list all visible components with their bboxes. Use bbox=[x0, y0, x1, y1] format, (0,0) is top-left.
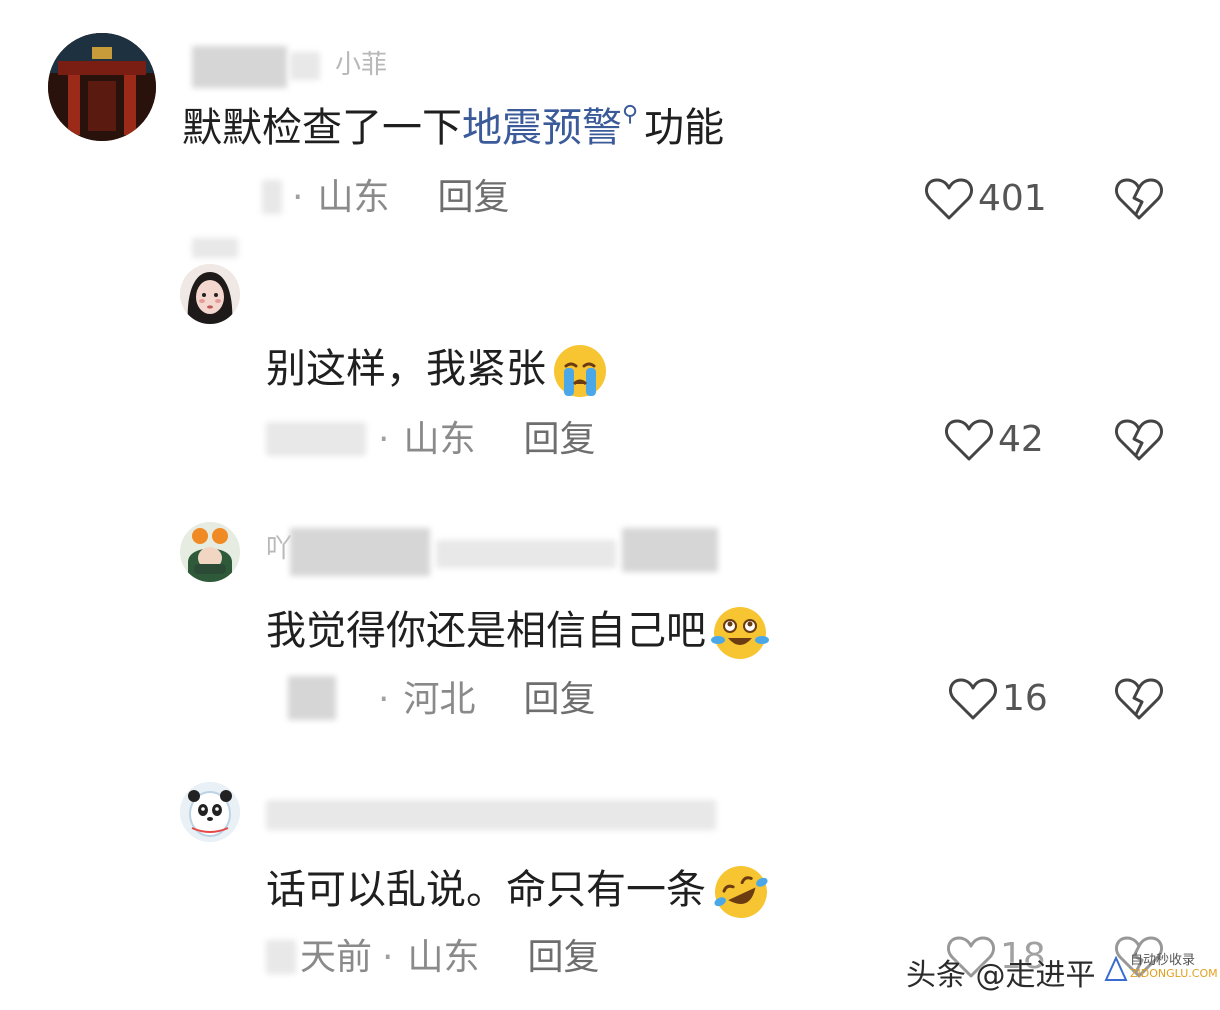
comment-text: 默默检查了一下地震预警⚲ 功能 bbox=[182, 104, 725, 151]
redacted-timestamp bbox=[266, 422, 366, 456]
redacted-username bbox=[290, 52, 320, 80]
broken-heart-icon bbox=[1115, 178, 1163, 220]
comment-text-part: 话可以乱说。命只有一条 bbox=[266, 867, 706, 913]
comment-text: 我觉得你还是相信自己吧 bbox=[266, 604, 772, 662]
meta-separator: · bbox=[292, 177, 304, 218]
loudly-crying-face-icon bbox=[554, 345, 606, 397]
comment-meta: 天前 · 山东 回复 bbox=[300, 940, 600, 976]
reply-button[interactable]: 回复 bbox=[437, 177, 509, 218]
comment-text-part: 功能 bbox=[644, 105, 725, 151]
location-label: 山东 bbox=[407, 937, 480, 978]
redacted-username bbox=[436, 540, 616, 568]
like-button[interactable]: 401 bbox=[924, 176, 1047, 222]
dislike-button[interactable] bbox=[1114, 676, 1164, 726]
heart-outline-icon bbox=[925, 178, 973, 220]
comment-meta: · 山东 回复 bbox=[378, 422, 595, 458]
comment-meta: · 山东 回复 bbox=[292, 180, 509, 216]
redacted-timestamp bbox=[266, 940, 296, 974]
time-label: 天前 bbox=[300, 937, 373, 978]
dislike-button[interactable] bbox=[1114, 417, 1164, 467]
location-label: 山东 bbox=[317, 177, 390, 218]
user-avatar[interactable] bbox=[48, 33, 156, 141]
panda-mascot-avatar-image bbox=[180, 782, 240, 842]
broken-heart-icon bbox=[1115, 678, 1163, 720]
broken-heart-icon bbox=[1115, 419, 1163, 461]
comment-meta: · 河北 回复 bbox=[378, 682, 595, 718]
watermark-logo: 自动秒收录 ZIDONGLU.COM bbox=[1104, 953, 1218, 981]
user-avatar[interactable] bbox=[180, 264, 240, 324]
location-label: 山东 bbox=[403, 419, 476, 460]
meta-separator: · bbox=[378, 419, 390, 460]
username-text[interactable]: 吖 bbox=[266, 536, 292, 562]
reply-button[interactable]: 回复 bbox=[523, 679, 595, 720]
redacted-username bbox=[290, 528, 430, 576]
redacted-username bbox=[266, 800, 716, 830]
redacted-username bbox=[622, 528, 718, 572]
temple-photo-avatar-image bbox=[48, 33, 156, 141]
reply-button[interactable]: 回复 bbox=[523, 419, 595, 460]
redacted-username bbox=[192, 46, 287, 88]
redacted-timestamp bbox=[262, 180, 282, 214]
reply-button[interactable]: 回复 bbox=[527, 937, 599, 978]
comment-text: 话可以乱说。命只有一条 bbox=[266, 862, 774, 922]
user-avatar[interactable] bbox=[180, 522, 240, 582]
girl-photo-avatar-image bbox=[180, 264, 240, 324]
comment-text-part: 我觉得你还是相信自己吧 bbox=[266, 608, 706, 654]
watermark-logo-line2: ZIDONGLU.COM bbox=[1130, 966, 1218, 980]
user-avatar[interactable] bbox=[180, 782, 240, 842]
username-text[interactable]: 小菲 bbox=[335, 52, 387, 78]
search-keyword-link[interactable]: 地震预警 bbox=[462, 105, 622, 151]
like-button[interactable]: 16 bbox=[948, 676, 1048, 722]
search-icon[interactable]: ⚲ bbox=[622, 104, 638, 126]
comment-text: 别这样，我紧张 bbox=[266, 342, 612, 400]
meta-separator: · bbox=[382, 937, 394, 978]
meta-separator: · bbox=[378, 679, 390, 720]
redacted-username bbox=[192, 238, 238, 258]
like-count: 401 bbox=[978, 178, 1047, 219]
heart-outline-icon bbox=[949, 678, 997, 720]
redacted-timestamp bbox=[288, 676, 336, 720]
like-count: 16 bbox=[1002, 678, 1048, 719]
comment-text-part: 别这样，我紧张 bbox=[266, 346, 546, 392]
crying-laughing-face-icon bbox=[711, 607, 769, 659]
like-count: 42 bbox=[998, 419, 1044, 460]
watermark-logo-line1: 自动秒收录 bbox=[1130, 953, 1196, 968]
watermark-text: 头条 @走进平 bbox=[906, 958, 1096, 993]
comment-text-part: 默默检查了一下 bbox=[182, 105, 462, 151]
like-button[interactable]: 42 bbox=[944, 417, 1044, 463]
orange-hat-avatar-image bbox=[180, 522, 240, 582]
heart-outline-icon bbox=[945, 419, 993, 461]
location-label: 河北 bbox=[403, 679, 476, 720]
site-logo-icon bbox=[1104, 956, 1128, 981]
dislike-button[interactable] bbox=[1114, 176, 1164, 226]
rolling-laughing-face-icon bbox=[714, 866, 768, 918]
